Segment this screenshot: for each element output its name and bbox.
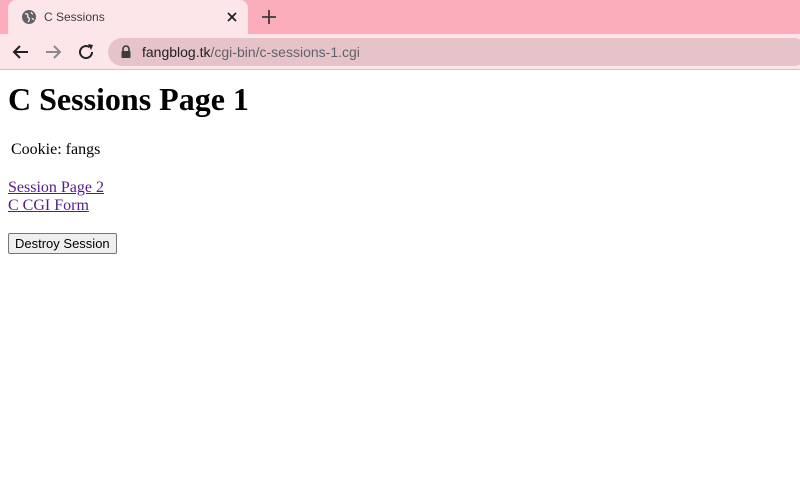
lock-icon[interactable] bbox=[120, 45, 132, 59]
cookie-label: Cookie: bbox=[11, 141, 62, 158]
page-title: C Sessions Page 1 bbox=[8, 81, 249, 117]
url-path: /cgi-bin/c-sessions-1.cgi bbox=[210, 44, 360, 60]
close-icon[interactable] bbox=[224, 9, 240, 25]
browser-toolbar: fangblog.tk/cgi-bin/c-sessions-1.cgi bbox=[0, 34, 800, 70]
url-host: fangblog.tk bbox=[142, 44, 211, 60]
globe-icon bbox=[22, 10, 36, 24]
tab-c-sessions[interactable]: C Sessions bbox=[8, 0, 248, 34]
tab-strip: C Sessions bbox=[0, 0, 800, 34]
c-cgi-form-link[interactable]: C CGI Form bbox=[8, 197, 89, 215]
reload-icon[interactable] bbox=[76, 42, 96, 62]
arrow-right-icon[interactable] bbox=[43, 42, 63, 62]
tab-title: C Sessions bbox=[44, 10, 105, 24]
destroy-session-button[interactable]: Destroy Session bbox=[8, 233, 117, 254]
cookie-value: fangs bbox=[65, 141, 101, 158]
url-text[interactable]: fangblog.tk/cgi-bin/c-sessions-1.cgi bbox=[142, 44, 360, 60]
cookie-line: Cookie: fangs bbox=[11, 141, 100, 159]
page-content: C Sessions Page 1 Cookie: fangs Session … bbox=[0, 71, 800, 484]
address-bar[interactable]: fangblog.tk/cgi-bin/c-sessions-1.cgi bbox=[108, 38, 800, 66]
session-page-2-link[interactable]: Session Page 2 bbox=[8, 179, 104, 197]
new-tab-plus-icon[interactable] bbox=[259, 7, 279, 27]
arrow-left-icon[interactable] bbox=[11, 42, 31, 62]
